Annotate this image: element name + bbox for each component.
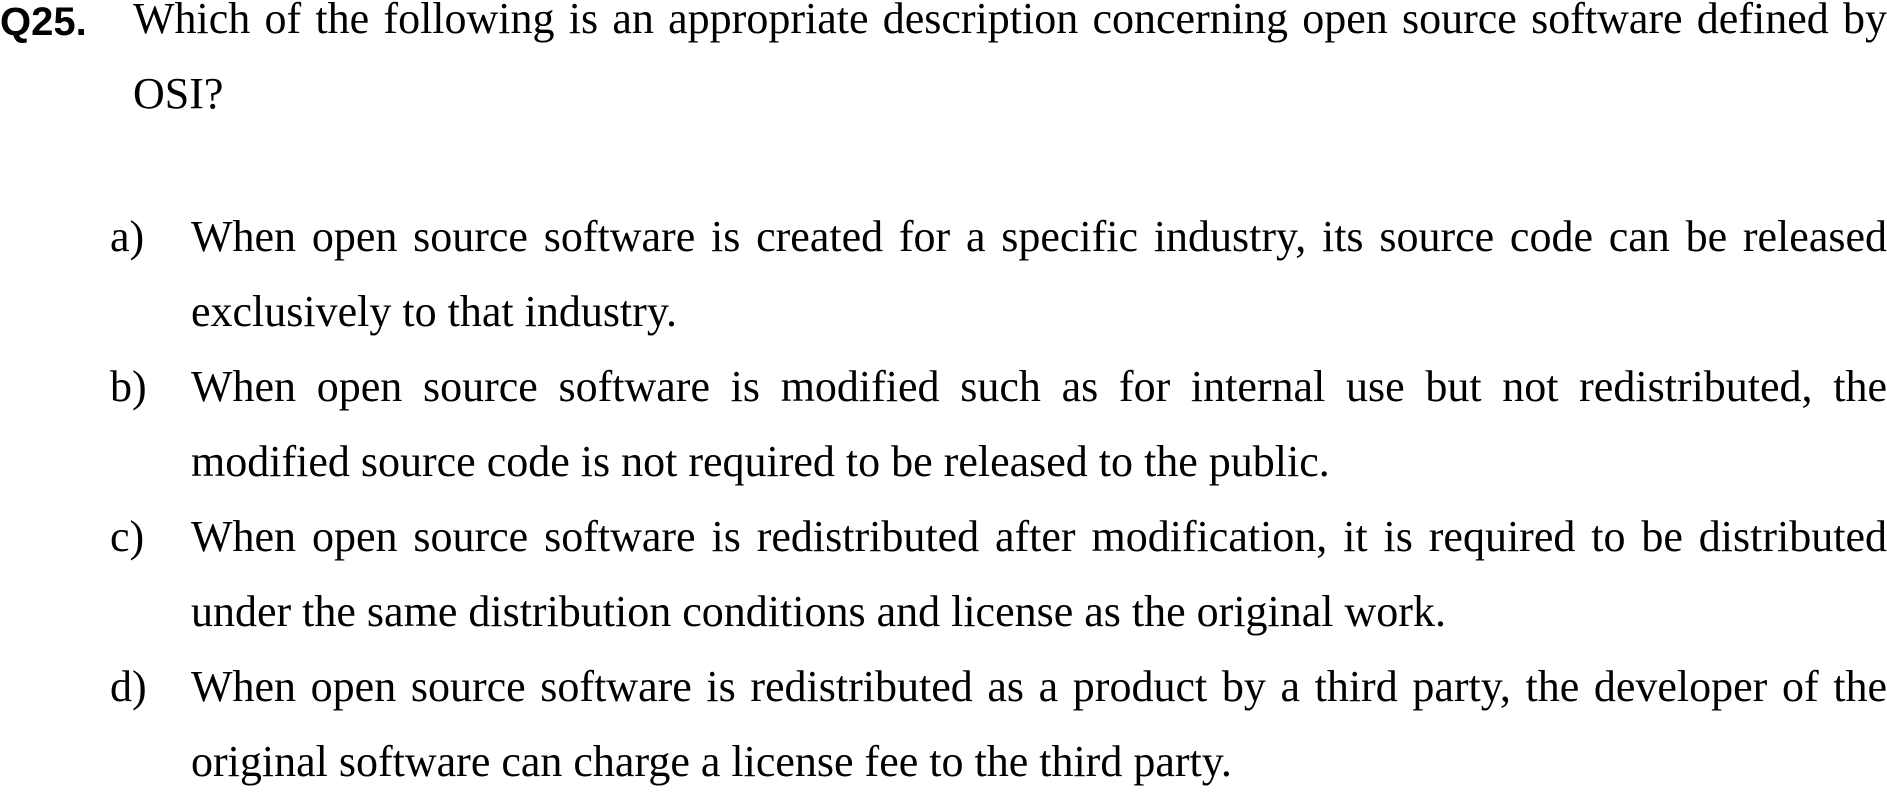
option-letter: d) [110, 662, 147, 711]
answer-options-list: a) When open source software is created … [110, 207, 1887, 807]
option-text: When open source software is created for… [191, 212, 1887, 336]
question-text: Which of the following is an appropriate… [133, 0, 1887, 118]
option-letter: a) [110, 212, 145, 261]
option-letter: c) [110, 512, 145, 561]
question-number: Q25. [0, 0, 87, 44]
answer-option-b: b) When open source software is modified… [110, 357, 1887, 507]
option-letter: b) [110, 362, 147, 411]
option-text: When open source software is redistribut… [191, 662, 1887, 786]
answer-option-a: a) When open source software is created … [110, 207, 1887, 357]
option-text: When open source software is redistribut… [191, 512, 1887, 636]
option-text: When open source software is modified su… [191, 362, 1887, 486]
answer-option-d: d) When open source software is redistri… [110, 657, 1887, 807]
answer-option-c: c) When open source software is redistri… [110, 507, 1887, 657]
